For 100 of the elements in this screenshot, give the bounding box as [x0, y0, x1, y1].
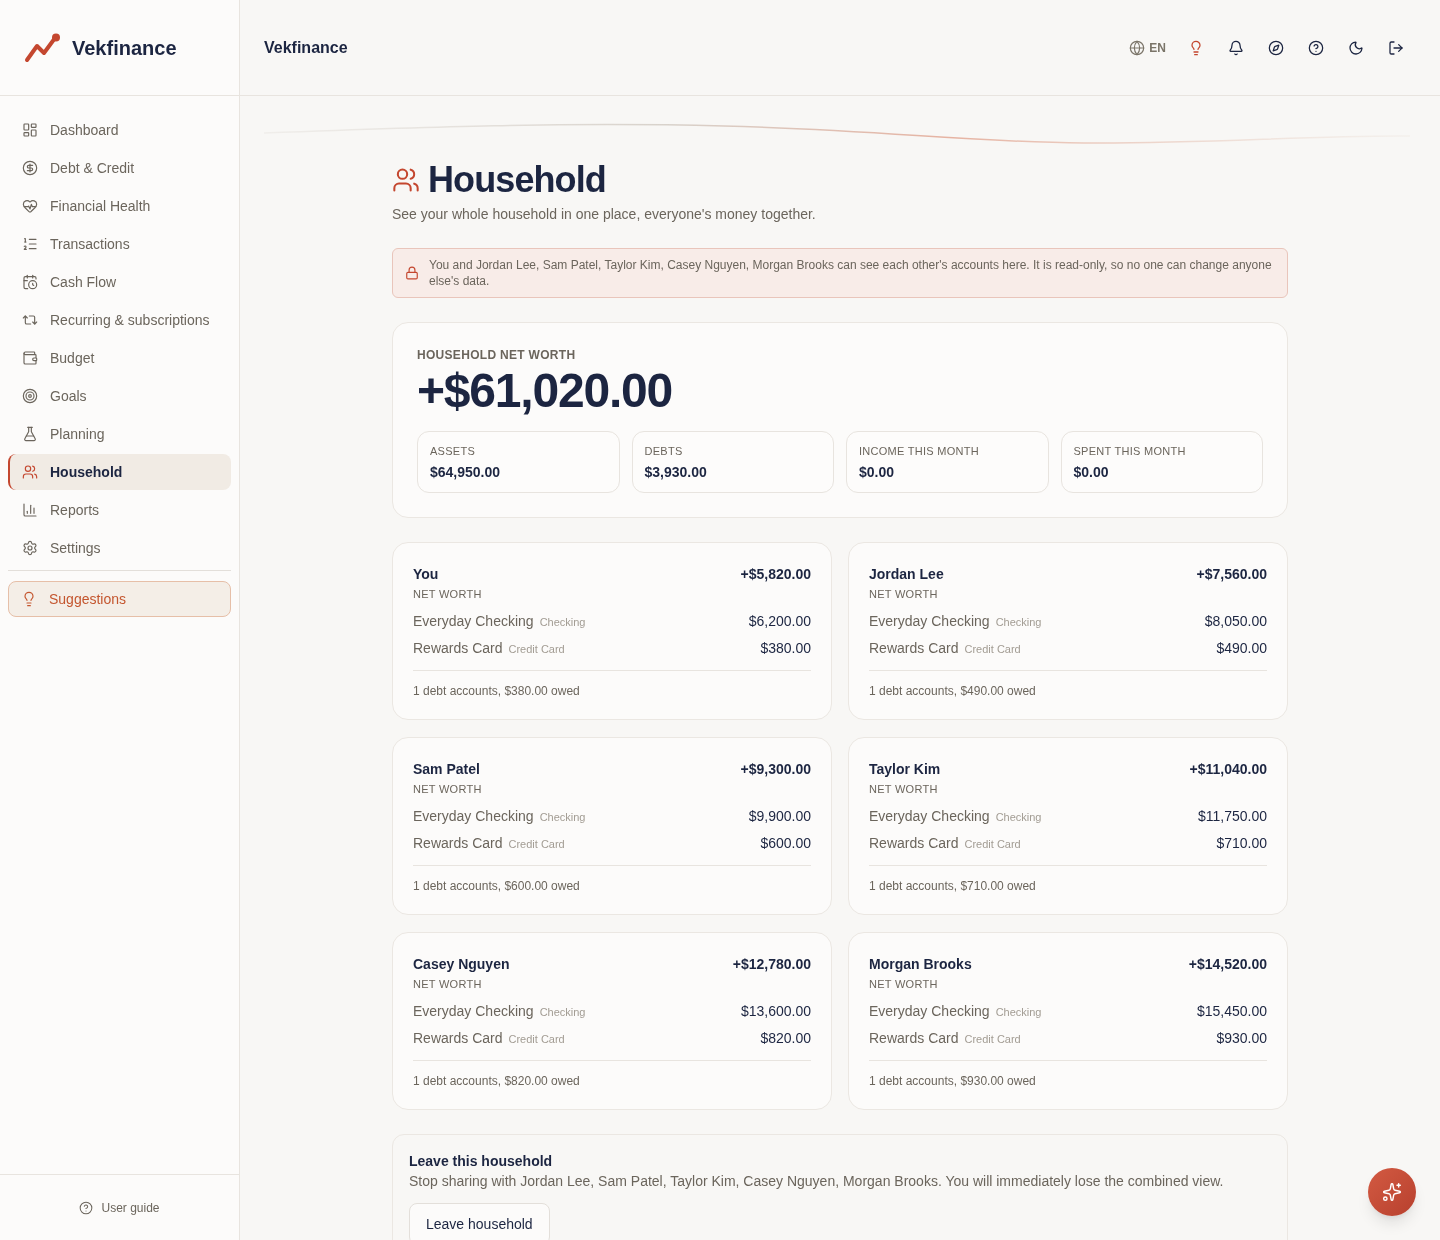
sidebar-item[interactable]: Transactions	[8, 226, 231, 262]
lightbulb-icon	[1188, 39, 1204, 56]
page-subtitle: See your whole household in one place, everyone's money together.	[392, 205, 817, 224]
account-name: Rewards Card	[869, 834, 959, 853]
page-header-title: Vekfinance	[264, 37, 348, 58]
sidebar-item[interactable]: Dashboard	[8, 112, 231, 148]
member-name: Jordan Lee	[869, 565, 944, 584]
member-name: Morgan Brooks	[869, 955, 972, 974]
member-net-worth: +$5,820.00	[740, 565, 811, 584]
account-name: Everyday Checking	[869, 807, 990, 826]
net-worth-label: NET WORTH	[413, 782, 483, 797]
sidebar-item[interactable]: Debt & Credit	[8, 150, 231, 186]
compass-icon	[1268, 39, 1284, 56]
net-worth-label: NET WORTH	[869, 587, 939, 602]
stat-label: INCOME THIS MONTH	[859, 444, 980, 458]
account-name: Rewards Card	[413, 639, 503, 658]
debt-summary: 1 debt accounts, $930.00 owed	[869, 1073, 1037, 1089]
repeat-arrows-icon	[22, 312, 38, 328]
account-type: Credit Card	[508, 1032, 565, 1047]
settings-icon	[22, 540, 38, 556]
help-icon	[1308, 39, 1324, 56]
account-type: Checking	[539, 810, 586, 825]
member-name: Sam Patel	[413, 760, 480, 779]
stat-label: ASSETS	[430, 444, 477, 458]
account-balance: $710.00	[1216, 834, 1267, 853]
account-balance: $490.00	[1216, 639, 1267, 658]
account-type: Checking	[995, 1005, 1042, 1020]
user-guide-link[interactable]: User guide	[79, 1199, 160, 1216]
debt-summary: 1 debt accounts, $490.00 owed	[869, 683, 1037, 699]
net-worth-value: +$61,020.00	[417, 367, 674, 415]
account-type: Checking	[995, 615, 1042, 630]
target-icon	[22, 388, 38, 404]
account-balance: $380.00	[760, 639, 811, 658]
account-type: Credit Card	[964, 837, 1021, 852]
account-type: Checking	[539, 1005, 586, 1020]
sidebar-item[interactable]: Household	[8, 454, 231, 490]
wallet-icon	[22, 350, 38, 366]
leave-title: Leave this household	[409, 1152, 554, 1171]
stat-value: $0.00	[1073, 463, 1110, 482]
sidebar-item[interactable]: Reports	[8, 492, 231, 528]
net-worth-label: NET WORTH	[869, 782, 939, 797]
member-net-worth: +$12,780.00	[732, 955, 811, 974]
dollar-circle-icon	[22, 160, 38, 176]
member-net-worth: +$9,300.00	[740, 760, 811, 779]
member-net-worth: +$14,520.00	[1188, 955, 1267, 974]
suggestions-button[interactable]: Suggestions	[8, 581, 231, 617]
people-icon	[392, 166, 420, 194]
stat-label: SPENT THIS MONTH	[1073, 444, 1187, 458]
leave-household-button[interactable]: Leave household	[409, 1203, 550, 1240]
debt-summary: 1 debt accounts, $710.00 owed	[869, 878, 1037, 894]
account-type: Credit Card	[508, 642, 565, 657]
logo-icon	[24, 31, 60, 64]
sidebar-item[interactable]: Settings	[8, 530, 231, 566]
account-type: Checking	[995, 810, 1042, 825]
flask-icon	[22, 426, 38, 442]
dashboard-icon	[22, 122, 38, 138]
account-name: Rewards Card	[869, 639, 959, 658]
sidebar-item[interactable]: Financial Health	[8, 188, 231, 224]
sidebar-item[interactable]: Goals	[8, 378, 231, 414]
account-name: Everyday Checking	[413, 612, 534, 631]
sidebar-item[interactable]: Budget	[8, 340, 231, 376]
sparkle-button[interactable]	[1368, 1168, 1416, 1216]
member-net-worth: +$7,560.00	[1196, 565, 1267, 584]
lightbulb-icon	[21, 591, 37, 607]
calendar-clock-icon	[22, 274, 38, 290]
stat-label: DEBTS	[644, 444, 684, 458]
sidebar-item[interactable]: Planning	[8, 416, 231, 452]
account-balance: $9,900.00	[748, 807, 811, 826]
leave-description: Stop sharing with Jordan Lee, Sam Patel, Taylor Kim, Casey Nguyen, Morgan Brooks. You will immediately lose the combined view.	[409, 1172, 1225, 1191]
account-balance: $930.00	[1216, 1029, 1267, 1048]
notice-text: You and Jordan Lee, Sam Patel, Taylor Kim, Casey Nguyen, Morgan Brooks can see each other's accounts here. It is read-only, so no one can change anyone else's data.	[429, 257, 1273, 289]
stat-value: $3,930.00	[644, 463, 708, 482]
bell-icon	[1228, 39, 1244, 56]
sidebar-item[interactable]: Recurring & subscriptions	[8, 302, 231, 338]
debt-summary: 1 debt accounts, $380.00 owed	[413, 683, 581, 699]
debt-summary: 1 debt accounts, $600.00 owed	[413, 878, 581, 894]
stat-value: $64,950.00	[430, 463, 502, 482]
account-type: Credit Card	[964, 642, 1021, 657]
numbered-list-icon	[22, 236, 38, 252]
account-type: Credit Card	[964, 1032, 1021, 1047]
sidebar-item[interactable]: Cash Flow	[8, 264, 231, 300]
account-name: Everyday Checking	[869, 1002, 990, 1021]
lock-icon	[405, 266, 419, 280]
account-name: Rewards Card	[413, 1029, 503, 1048]
account-name: Everyday Checking	[869, 612, 990, 631]
stat-value: $0.00	[859, 463, 896, 482]
account-name: Everyday Checking	[413, 807, 534, 826]
brand-name: Vekfinance	[72, 35, 177, 61]
account-name: Everyday Checking	[413, 1002, 534, 1021]
net-worth-heading: HOUSEHOLD NET WORTH	[417, 347, 577, 363]
account-balance: $6,200.00	[748, 612, 811, 631]
net-worth-label: NET WORTH	[869, 977, 939, 992]
heart-pulse-icon	[22, 198, 38, 214]
logout-icon	[1388, 39, 1404, 56]
member-name: You	[413, 565, 439, 584]
debt-summary: 1 debt accounts, $820.00 owed	[413, 1073, 581, 1089]
help-icon	[79, 1200, 94, 1215]
member-name: Taylor Kim	[869, 760, 941, 779]
language-button[interactable]: EN	[1125, 31, 1170, 64]
sparkle-icon	[1382, 1182, 1402, 1202]
